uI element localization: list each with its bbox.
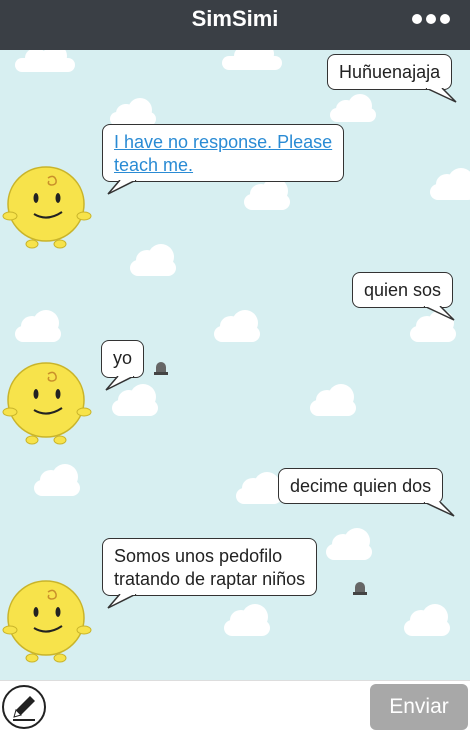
message-text: quien sos	[364, 280, 442, 300]
send-button[interactable]: Enviar	[370, 684, 468, 730]
app-header: SimSimi	[0, 0, 470, 50]
simsimi-avatar	[2, 362, 92, 445]
user-message-bubble[interactable]: Huñuenajaja	[327, 54, 453, 90]
cloud-decoration	[404, 604, 454, 636]
bubble-tail	[107, 594, 137, 609]
cloud-decoration	[222, 50, 282, 70]
cloud-decoration	[330, 94, 380, 122]
app-title: SimSimi	[191, 6, 279, 31]
user-message-bubble[interactable]: quien sos	[352, 272, 454, 308]
sim-message-bubble[interactable]: yo	[101, 340, 145, 378]
composer-bar: Enviar	[0, 680, 470, 735]
message-input[interactable]	[58, 689, 362, 727]
cloud-decoration	[224, 604, 274, 636]
teach-link[interactable]: I have no response. Please	[114, 132, 332, 152]
bubble-tail	[423, 306, 455, 321]
cloud-decoration	[15, 310, 65, 342]
cloud-decoration	[310, 384, 360, 416]
message-text-line1: Somos unos pedofilo	[114, 546, 283, 566]
bubble-tail	[423, 502, 455, 517]
siren-icon[interactable]	[153, 361, 169, 375]
user-message-bubble[interactable]: decime quien dos	[278, 468, 444, 504]
bubble-tail	[425, 88, 457, 103]
cloud-decoration	[130, 244, 180, 276]
sim-message-bubble[interactable]: Somos unos pedofilo tratando de raptar n…	[102, 538, 318, 596]
sim-message-bubble[interactable]: I have no response. Please teach me.	[102, 124, 345, 182]
pencil-icon[interactable]	[2, 685, 46, 729]
cloud-decoration	[34, 464, 84, 496]
chat-area[interactable]: Huñuenajaja I have no response. Please t…	[0, 50, 470, 680]
more-dots-icon[interactable]	[412, 13, 450, 25]
bubble-tail	[107, 180, 137, 195]
cloud-decoration	[430, 168, 470, 200]
simsimi-avatar	[2, 580, 92, 663]
cloud-decoration	[326, 528, 376, 560]
bubble-tail	[105, 376, 135, 391]
message-text: Huñuenajaja	[339, 62, 441, 82]
cloud-decoration	[244, 178, 294, 210]
siren-icon[interactable]	[352, 581, 368, 595]
message-text-line2: tratando de raptar niños	[114, 569, 306, 589]
cloud-decoration	[15, 50, 75, 72]
message-text: yo	[113, 348, 133, 368]
cloud-decoration	[110, 98, 160, 126]
cloud-decoration	[214, 310, 264, 342]
simsimi-avatar	[2, 166, 92, 249]
message-text: decime quien dos	[290, 476, 432, 496]
teach-link-line2[interactable]: teach me.	[114, 155, 193, 175]
